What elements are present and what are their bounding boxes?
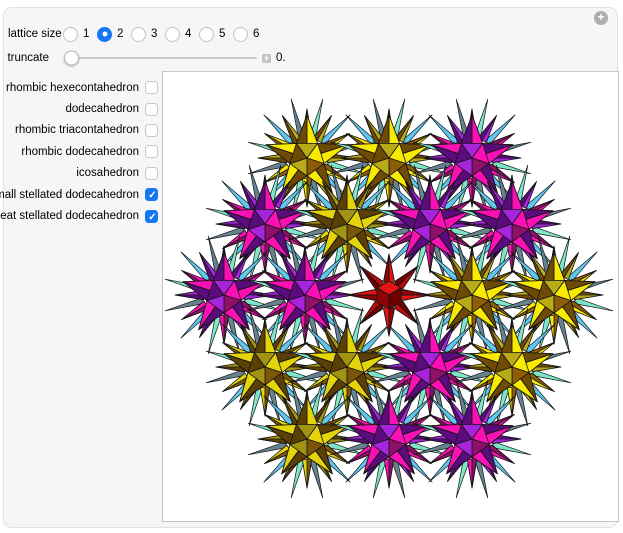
lattice-size-option-3[interactable]: 3 [131,27,158,42]
lattice-size-row: lattice size 1 2 3 4 5 6 [8,26,267,42]
polyhedron-row-4: icosahedron [4,163,162,184]
truncate-value: 0. [276,52,286,64]
plus-icon[interactable]: + [594,11,608,25]
truncate-slider-thumb[interactable] [64,51,79,66]
polyhedron-label: rhombic triacontahedron [15,124,139,136]
lattice-size-option-1[interactable]: 1 [63,27,90,42]
polyhedron-row-5: small stellated dodecahedron [4,184,162,205]
radio-option-label: 5 [219,28,226,40]
radio-option-label: 6 [253,28,260,40]
polyhedron-row-6: great stellated dodecahedron [4,205,162,226]
lattice-size-option-5[interactable]: 5 [199,27,226,42]
checkbox-unchecked-icon[interactable] [145,145,158,158]
lattice-size-option-2[interactable]: 2 [97,27,124,42]
truncate-slider[interactable] [66,50,257,66]
polyhedron-row-3: rhombic dodecahedron [4,141,162,162]
lattice-size-radio-group: 1 2 3 4 5 6 [63,27,267,42]
polyhedron-row-1: dodecahedron [4,98,162,119]
polyhedron-label: dodecahedron [65,103,139,115]
radio-option-label: 1 [83,28,90,40]
radio-button-icon[interactable] [97,27,112,42]
polyhedron-label: great stellated dodecahedron [0,210,139,222]
radio-option-label: 4 [185,28,192,40]
radio-button-icon[interactable] [63,27,78,42]
polyhedra-lattice-graphic [163,72,618,521]
truncate-slider-track[interactable] [66,57,257,59]
radio-button-icon[interactable] [233,27,248,42]
lattice-size-label: lattice size [8,28,42,40]
truncate-row: truncate + 0. [4,49,286,67]
radio-button-icon[interactable] [165,27,180,42]
checkbox-checked-icon[interactable] [145,188,158,201]
checkbox-unchecked-icon[interactable] [145,167,158,180]
checkbox-unchecked-icon[interactable] [145,124,158,137]
polyhedra-checkbox-list: rhombic hexecontahedron dodecahedron rhomb… [4,77,162,227]
checkbox-checked-icon[interactable] [145,210,158,223]
lattice-star-red-18 [348,254,430,336]
plus-icon[interactable]: + [262,54,271,63]
polyhedron-label: small stellated dodecahedron [0,189,139,201]
checkbox-unchecked-icon[interactable] [145,103,158,116]
manipulate-frame: + lattice size 1 2 3 4 5 6 truncate + 0. rhom… [3,7,618,528]
polyhedron-label: rhombic hexecontahedron [6,82,139,94]
lattice-size-option-6[interactable]: 6 [233,27,260,42]
checkbox-unchecked-icon[interactable] [145,81,158,94]
polyhedron-row-0: rhombic hexecontahedron [4,77,162,98]
radio-button-icon[interactable] [199,27,214,42]
radio-option-label: 3 [151,28,158,40]
lattice-star-magenta-17 [413,380,531,498]
truncate-label: truncate [4,52,49,64]
radio-button-icon[interactable] [131,27,146,42]
polyhedron-row-2: rhombic triacontahedron [4,120,162,141]
radio-option-label: 2 [117,28,124,40]
polyhedron-label: icosahedron [76,167,139,179]
lattice-size-option-4[interactable]: 4 [165,27,192,42]
polyhedron-label: rhombic dodecahedron [21,146,139,158]
graphic-panel [162,71,619,522]
